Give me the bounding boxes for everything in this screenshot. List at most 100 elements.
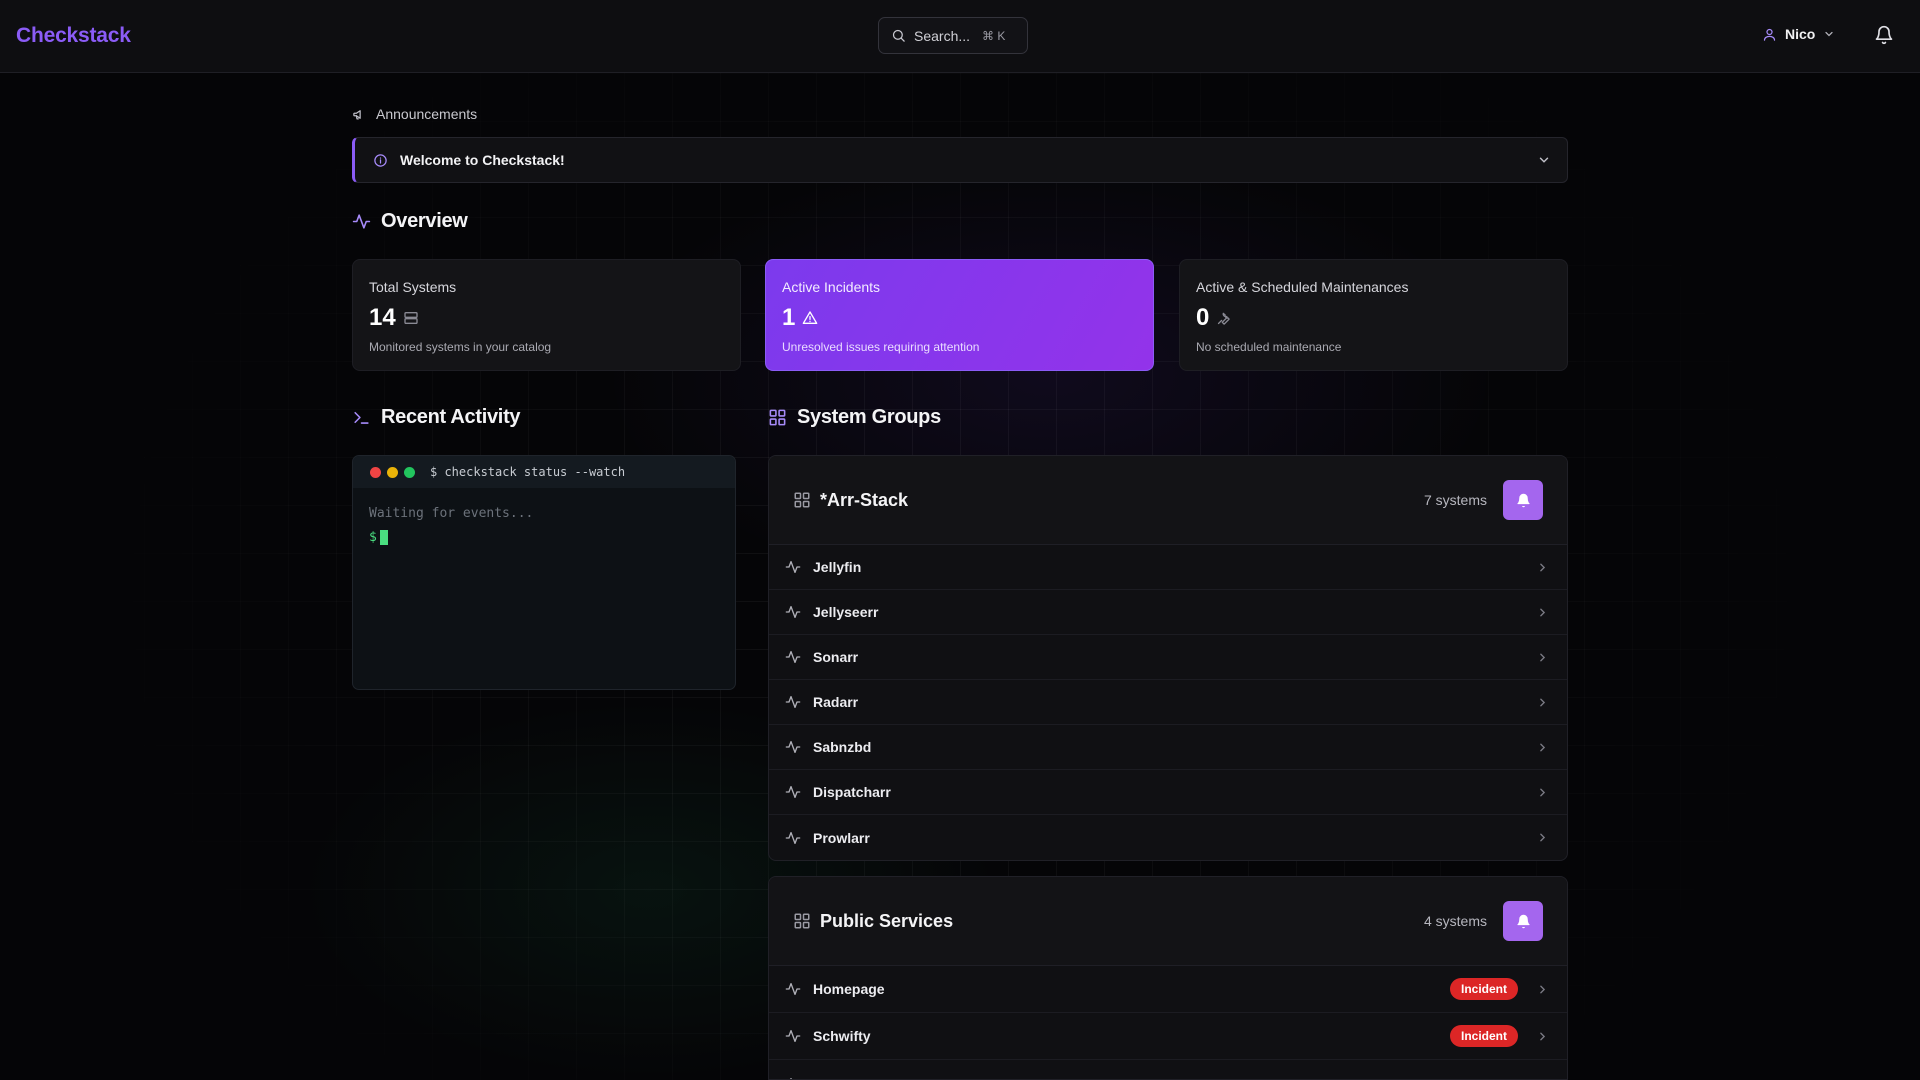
search-button[interactable]: Search... ⌘ K — [878, 17, 1028, 54]
terminal-icon — [354, 411, 369, 424]
terminal-green-dot — [404, 466, 415, 478]
chevron-right-icon — [1540, 743, 1546, 751]
activity-icon — [785, 651, 801, 663]
user-name: Nico — [1785, 26, 1816, 42]
stat-title: Total Systems — [369, 279, 457, 295]
top-header: Checkstack Search... ⌘ K Nico — [0, 0, 1920, 73]
search-shortcut: ⌘ K — [982, 28, 1006, 43]
user-menu[interactable]: Nico — [1762, 26, 1835, 42]
subscribe-button[interactable] — [1503, 901, 1543, 941]
system-row[interactable]: Prowlarr — [769, 815, 1567, 860]
stat-title: Active Incidents — [782, 279, 881, 295]
group-header[interactable]: Public Services 4 systems — [769, 877, 1567, 966]
chevron-right-icon — [1540, 563, 1546, 571]
bell-icon — [1516, 914, 1530, 928]
activity-icon — [789, 1077, 793, 1079]
announcement-title: Welcome to Checkstack! — [400, 152, 565, 168]
group-header[interactable]: *Arr-Stack 7 systems — [769, 456, 1567, 545]
system-name: Prowlarr — [813, 829, 870, 846]
activity-icon — [785, 831, 801, 844]
system-row[interactable]: Jellyfin — [769, 545, 1567, 590]
activity-terminal: $ checkstack status --watch Waiting for … — [352, 455, 736, 690]
chevron-down-icon — [1825, 31, 1833, 37]
activity-icon — [785, 696, 801, 708]
stat-title: Active & Scheduled Maintenances — [1196, 279, 1409, 295]
total-systems-card[interactable]: Total Systems 14 Monitored systems in yo… — [352, 259, 741, 371]
system-row[interactable]: Schwifty Incident — [769, 1013, 1567, 1060]
brand-logo[interactable]: Checkstack — [16, 24, 131, 48]
system-groups-heading: System Groups — [768, 406, 941, 429]
search-icon — [892, 29, 905, 42]
user-icon — [1763, 28, 1776, 41]
system-groups-title: System Groups — [797, 406, 941, 428]
stat-value: 14 — [369, 304, 396, 331]
system-row[interactable]: Sonarr — [769, 635, 1567, 680]
stat-subtitle: No scheduled maintenance — [1196, 340, 1342, 354]
stat-subtitle: Monitored systems in your catalog — [369, 340, 552, 354]
activity-icon — [352, 214, 371, 229]
recent-activity-title: Recent Activity — [381, 406, 521, 428]
overview-title: Overview — [381, 210, 468, 232]
activity-icon — [785, 983, 801, 995]
system-row[interactable]: Dispatcharr — [769, 770, 1567, 815]
system-row[interactable]: Homepage Incident — [769, 966, 1567, 1013]
system-group-card: *Arr-Stack 7 systems Jellyfin Jellyseerr… — [768, 455, 1568, 861]
system-name: Dispatcharr — [813, 784, 891, 800]
group-name: Public Services — [820, 910, 954, 931]
chevron-right-icon — [1540, 698, 1546, 706]
notifications-button[interactable] — [1874, 25, 1894, 50]
chevron-down-icon[interactable] — [1537, 153, 1551, 167]
maintenances-card[interactable]: Active & Scheduled Maintenances 0 No sch… — [1179, 259, 1568, 371]
group-system-count: 4 systems — [1423, 913, 1487, 929]
megaphone-icon — [353, 109, 361, 119]
grid-icon — [794, 913, 810, 929]
system-row[interactable]: Radarr — [769, 680, 1567, 725]
activity-icon — [785, 561, 801, 573]
overview-heading: Overview — [352, 210, 468, 233]
subscribe-button[interactable] — [1503, 480, 1543, 520]
bell-icon — [1875, 25, 1893, 45]
terminal-waiting-text: Waiting for events... — [369, 506, 534, 521]
grid-icon — [769, 409, 786, 426]
chevron-right-icon — [1540, 833, 1546, 842]
system-group-card: Public Services 4 systems Homepage Incid… — [768, 876, 1568, 1080]
chevron-right-icon — [1540, 985, 1546, 993]
warning-icon — [803, 311, 818, 324]
terminal-prompt: $ — [369, 530, 377, 545]
chevron-right-icon — [1540, 608, 1546, 616]
announcements-heading: Announcements — [352, 106, 477, 122]
system-row[interactable]: Sabnzbd — [769, 725, 1567, 770]
search-label: Search... — [914, 27, 971, 44]
activity-icon — [785, 786, 801, 798]
terminal-command: $ checkstack status --watch — [430, 465, 626, 479]
incident-badge: Incident — [1449, 978, 1518, 1000]
info-icon — [374, 153, 387, 167]
recent-activity-heading: Recent Activity — [352, 406, 521, 429]
activity-icon — [785, 606, 801, 618]
system-name: Schwifty — [813, 1028, 871, 1044]
system-row[interactable] — [769, 1060, 1567, 1079]
chevron-right-icon — [1540, 653, 1546, 661]
active-incidents-card[interactable]: Active Incidents 1 Unresolved issues req… — [765, 259, 1154, 371]
chevron-right-icon — [1540, 1032, 1546, 1040]
stat-subtitle: Unresolved issues requiring attention — [782, 340, 980, 354]
stat-value: 1 — [782, 304, 796, 331]
group-system-count: 7 systems — [1423, 492, 1487, 508]
group-name: *Arr-Stack — [820, 489, 909, 510]
terminal-red-dot — [370, 466, 381, 478]
bell-icon — [1516, 493, 1530, 507]
announcement-item[interactable]: Welcome to Checkstack! — [352, 137, 1568, 183]
terminal-titlebar: $ checkstack status --watch — [353, 456, 735, 488]
system-name: Sonarr — [813, 649, 859, 665]
system-name: Jellyfin — [813, 559, 862, 575]
server-icon — [404, 312, 418, 324]
grid-icon — [794, 492, 810, 508]
system-name: Jellyseerr — [813, 604, 879, 620]
terminal-cursor — [379, 530, 388, 545]
announcements-label: Announcements — [376, 106, 478, 122]
incident-badge: Incident — [1449, 1025, 1518, 1047]
activity-icon — [785, 741, 801, 753]
system-row[interactable]: Jellyseerr — [769, 590, 1567, 635]
wrench-icon — [1218, 312, 1231, 325]
activity-icon — [785, 1030, 801, 1042]
